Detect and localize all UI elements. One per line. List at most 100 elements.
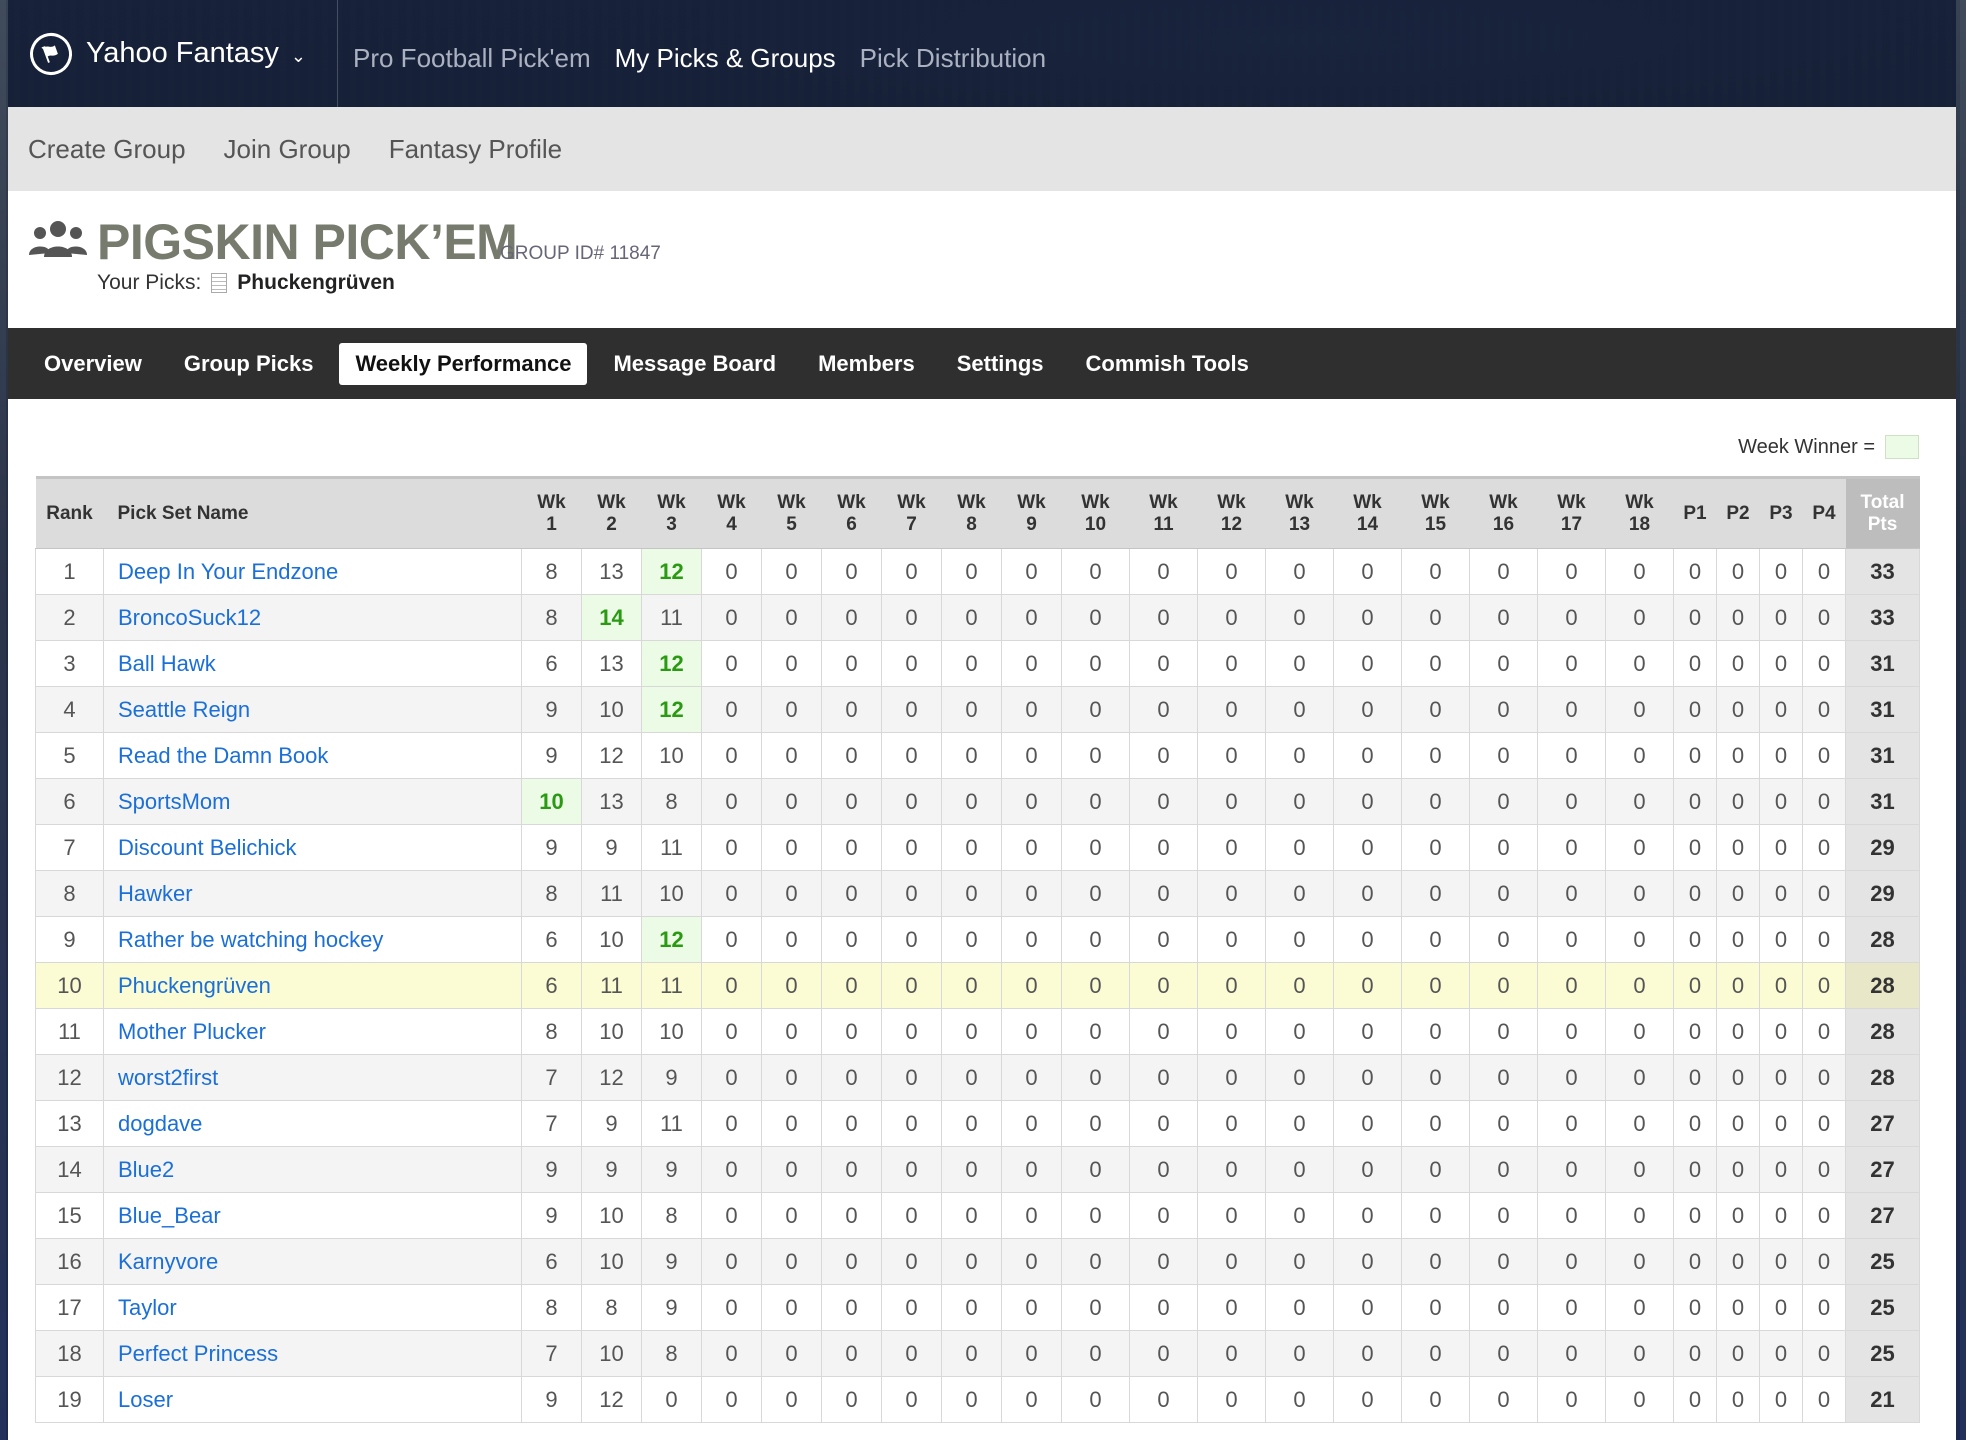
column-header-line2: 14 (1356, 513, 1379, 535)
table-header-row: Rank Pick Set Name Wk 1 Wk 2 Wk 3 Wk 4 Wk 5 Wk 6 Wk 7 Wk… (35, 476, 1920, 549)
week-score-cell: 0 (1265, 1284, 1334, 1331)
column-header-line2: 10 (1084, 513, 1107, 535)
week-score-cell: 0 (1333, 962, 1402, 1009)
week-score-cell: 0 (1265, 640, 1334, 687)
week-score-cell: 0 (1605, 1146, 1674, 1193)
week-score-cell: 0 (1197, 1284, 1266, 1331)
week-score-cell: 9 (581, 824, 642, 871)
rank-cell: 7 (35, 824, 104, 871)
week-score-cell: 0 (1401, 548, 1470, 595)
week-score-cell: 0 (1537, 732, 1606, 779)
week-score-cell: 7 (521, 1330, 582, 1377)
tab-overview[interactable]: Overview (28, 343, 158, 385)
pick-set-name-link[interactable]: Deep In Your Endzone (103, 548, 522, 595)
pick-set-name-link[interactable]: dogdave (103, 1100, 522, 1147)
playoff-score-cell: 0 (1759, 1192, 1803, 1239)
pick-set-name-link[interactable]: Mother Plucker (103, 1008, 522, 1055)
topnav-my-picks-groups[interactable]: My Picks & Groups (615, 43, 836, 74)
pick-set-name-link[interactable]: Rather be watching hockey (103, 916, 522, 963)
tab-members[interactable]: Members (802, 343, 931, 385)
week-score-cell: 0 (1197, 1146, 1266, 1193)
pick-set-name-link[interactable]: Loser (103, 1376, 522, 1423)
week-score-cell: 0 (1129, 732, 1198, 779)
table-row: 14 Blue2 9 9 9 0 0 0 0 0 0 0 0 0 0 0 0 0 0 0 0 0 0 0 27 (35, 1146, 1920, 1193)
week-score-cell: 0 (1605, 1054, 1674, 1101)
week-score-cell: 10 (521, 778, 582, 825)
pick-set-name-link[interactable]: worst2first (103, 1054, 522, 1101)
week-score-cell: 0 (701, 1284, 762, 1331)
tab-group-picks[interactable]: Group Picks (168, 343, 330, 385)
pick-set-name-link[interactable]: Read the Damn Book (103, 732, 522, 779)
week-score-cell: 10 (581, 1008, 642, 1055)
week-score-cell: 0 (1265, 1146, 1334, 1193)
subnav-join-group[interactable]: Join Group (224, 134, 351, 165)
week-score-cell: 0 (1469, 916, 1538, 963)
brand-switcher[interactable]: ⚑ Yahoo Fantasy ⌄ (8, 0, 338, 107)
week-score-cell: 0 (701, 594, 762, 641)
tab-commish-tools[interactable]: Commish Tools (1070, 343, 1265, 385)
tab-message-board[interactable]: Message Board (597, 343, 792, 385)
column-header-line2: 1 (546, 513, 557, 535)
week-score-cell: 0 (761, 1284, 822, 1331)
column-header-wk-5: Wk 5 (761, 476, 822, 549)
week-score-cell: 0 (761, 1146, 822, 1193)
pick-set-name-link[interactable]: SportsMom (103, 778, 522, 825)
column-header-p4: P4 (1802, 476, 1846, 549)
week-score-cell: 0 (761, 778, 822, 825)
week-score-cell: 0 (1129, 1054, 1198, 1101)
week-score-cell: 9 (521, 732, 582, 779)
week-score-cell: 0 (1129, 548, 1198, 595)
subnav-create-group[interactable]: Create Group (28, 134, 186, 165)
pick-set-name-link[interactable]: Hawker (103, 870, 522, 917)
subnav-fantasy-profile[interactable]: Fantasy Profile (389, 134, 562, 165)
week-score-cell: 0 (1401, 1238, 1470, 1285)
week-score-cell: 12 (641, 548, 702, 595)
topnav-pick-distribution[interactable]: Pick Distribution (860, 43, 1046, 74)
week-score-cell: 0 (1333, 1330, 1402, 1377)
pick-set-name-link[interactable]: BroncoSuck12 (103, 594, 522, 641)
week-score-cell: 0 (941, 594, 1002, 641)
week-score-cell: 0 (821, 1192, 882, 1239)
your-picks-link[interactable]: Phuckengrüven (237, 271, 395, 295)
pick-set-name-link[interactable]: Blue_Bear (103, 1192, 522, 1239)
tab-settings[interactable]: Settings (941, 343, 1060, 385)
week-score-cell: 0 (821, 870, 882, 917)
week-score-cell: 0 (941, 1054, 1002, 1101)
week-score-cell: 12 (641, 916, 702, 963)
week-score-cell: 0 (1401, 824, 1470, 871)
tab-weekly-performance[interactable]: Weekly Performance (339, 342, 588, 385)
week-score-cell: 0 (1197, 548, 1266, 595)
week-score-cell: 0 (1001, 1146, 1062, 1193)
week-score-cell: 0 (701, 686, 762, 733)
week-score-cell: 0 (1265, 1192, 1334, 1239)
week-score-cell: 9 (521, 1192, 582, 1239)
week-score-cell: 0 (1129, 1238, 1198, 1285)
column-header-wk-12: Wk 12 (1197, 476, 1266, 549)
playoff-score-cell: 0 (1759, 1008, 1803, 1055)
playoff-score-cell: 0 (1673, 594, 1717, 641)
week-score-cell: 9 (521, 686, 582, 733)
column-header-wk-10: Wk 10 (1061, 476, 1130, 549)
pick-set-name-link[interactable]: Discount Belichick (103, 824, 522, 871)
total-points-cell: 29 (1845, 824, 1920, 871)
table-row: 3 Ball Hawk 6 13 12 0 0 0 0 0 0 0 0 0 0 0 0 0 0 0 0 0 0 0 31 (35, 640, 1920, 687)
pick-set-name-link[interactable]: Blue2 (103, 1146, 522, 1193)
week-score-cell: 0 (1001, 870, 1062, 917)
pick-set-name-link[interactable]: Phuckengrüven (103, 962, 522, 1009)
pick-set-name-link[interactable]: Karnyvore (103, 1238, 522, 1285)
week-score-cell: 0 (1129, 916, 1198, 963)
total-points-cell: 25 (1845, 1330, 1920, 1377)
pick-set-name-link[interactable]: Seattle Reign (103, 686, 522, 733)
week-score-cell: 0 (1537, 824, 1606, 871)
week-score-cell: 0 (761, 1008, 822, 1055)
week-score-cell: 11 (641, 824, 702, 871)
your-picks-label: Your Picks: (97, 271, 202, 294)
topnav-pro-football-pick-em[interactable]: Pro Football Pick'em (353, 43, 591, 74)
pick-set-name-link[interactable]: Ball Hawk (103, 640, 522, 687)
column-header-line1: Wk (897, 491, 926, 513)
week-score-cell: 0 (1061, 1238, 1130, 1285)
pick-set-name-link[interactable]: Taylor (103, 1284, 522, 1331)
group-id: GROUP ID# 11847 (500, 243, 661, 264)
table-row: 9 Rather be watching hockey 6 10 12 0 0 0 0 0 0 0 0 0… (35, 916, 1920, 963)
pick-set-name-link[interactable]: Perfect Princess (103, 1330, 522, 1377)
